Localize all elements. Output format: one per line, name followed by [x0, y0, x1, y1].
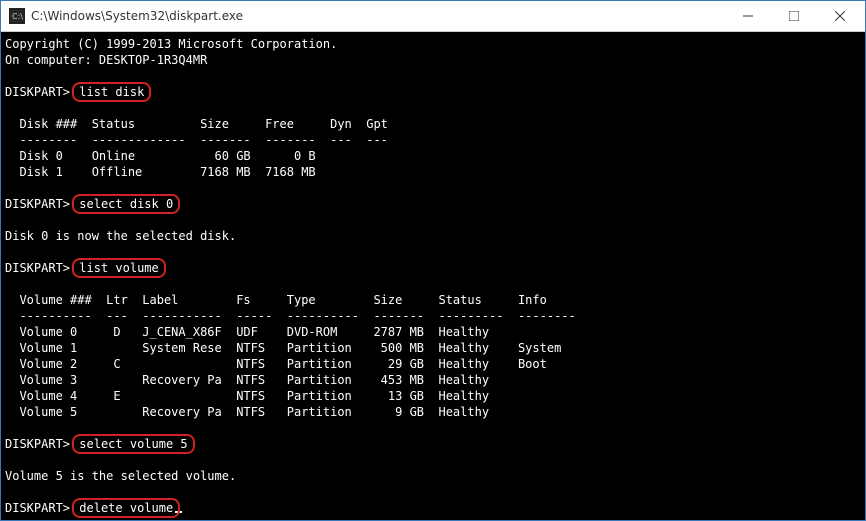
volume-row-4: Volume 4 E NTFS Partition 13 GB Healthy: [5, 389, 489, 403]
window-title: C:\Windows\System32\diskpart.exe: [31, 9, 725, 23]
msg-volume-selected: Volume 5 is the selected volume.: [5, 469, 236, 483]
volume-row-0: Volume 0 D J_CENA_X86F UDF DVD-ROM 2787 …: [5, 325, 489, 339]
volume-table-rule: ---------- --- ----------- ----- -------…: [5, 309, 576, 323]
titlebar-buttons: [725, 1, 863, 31]
copyright-line: Copyright (C) 1999-2013 Microsoft Corpor…: [5, 37, 337, 51]
prompt: DISKPART>: [5, 85, 70, 99]
prompt: DISKPART>: [5, 501, 70, 515]
prompt: DISKPART>: [5, 437, 70, 451]
cmd-select-disk: select disk 0: [72, 194, 180, 214]
prompt: DISKPART>: [5, 197, 70, 211]
close-button[interactable]: [817, 1, 863, 31]
computer-name: DESKTOP-1R3Q4MR: [99, 53, 207, 67]
diskpart-window: C:\ C:\Windows\System32\diskpart.exe Cop…: [0, 0, 866, 521]
maximize-button[interactable]: [771, 1, 817, 31]
volume-row-2: Volume 2 C NTFS Partition 29 GB Healthy …: [5, 357, 547, 371]
volume-row-1: Volume 1 System Rese NTFS Partition 500 …: [5, 341, 561, 355]
console-icon: C:\: [9, 8, 25, 24]
titlebar[interactable]: C:\ C:\Windows\System32\diskpart.exe: [1, 1, 865, 32]
minimize-button[interactable]: [725, 1, 771, 31]
cmd-list-volume: list volume: [72, 258, 165, 278]
volume-row-3: Volume 3 Recovery Pa NTFS Partition 453 …: [5, 373, 489, 387]
disk-table-header: Disk ### Status Size Free Dyn Gpt: [5, 117, 388, 131]
disk-row-0: Disk 0 Online 60 GB 0 B: [5, 149, 316, 163]
svg-text:C:\: C:\: [12, 12, 23, 21]
volume-table-header: Volume ### Ltr Label Fs Type Size Status…: [5, 293, 547, 307]
terminal-output[interactable]: Copyright (C) 1999-2013 Microsoft Corpor…: [1, 32, 865, 520]
disk-row-1: Disk 1 Offline 7168 MB 7168 MB: [5, 165, 316, 179]
cmd-delete-volume: delete volume: [72, 498, 180, 518]
computer-label: On computer:: [5, 53, 99, 67]
cmd-select-volume: select volume 5: [72, 434, 194, 454]
prompt: DISKPART>: [5, 261, 70, 275]
msg-disk-selected: Disk 0 is now the selected disk.: [5, 229, 236, 243]
volume-row-5: Volume 5 Recovery Pa NTFS Partition 9 GB…: [5, 405, 489, 419]
disk-table-rule: -------- ------------- ------- ------- -…: [5, 133, 388, 147]
cmd-list-disk: list disk: [72, 82, 151, 102]
